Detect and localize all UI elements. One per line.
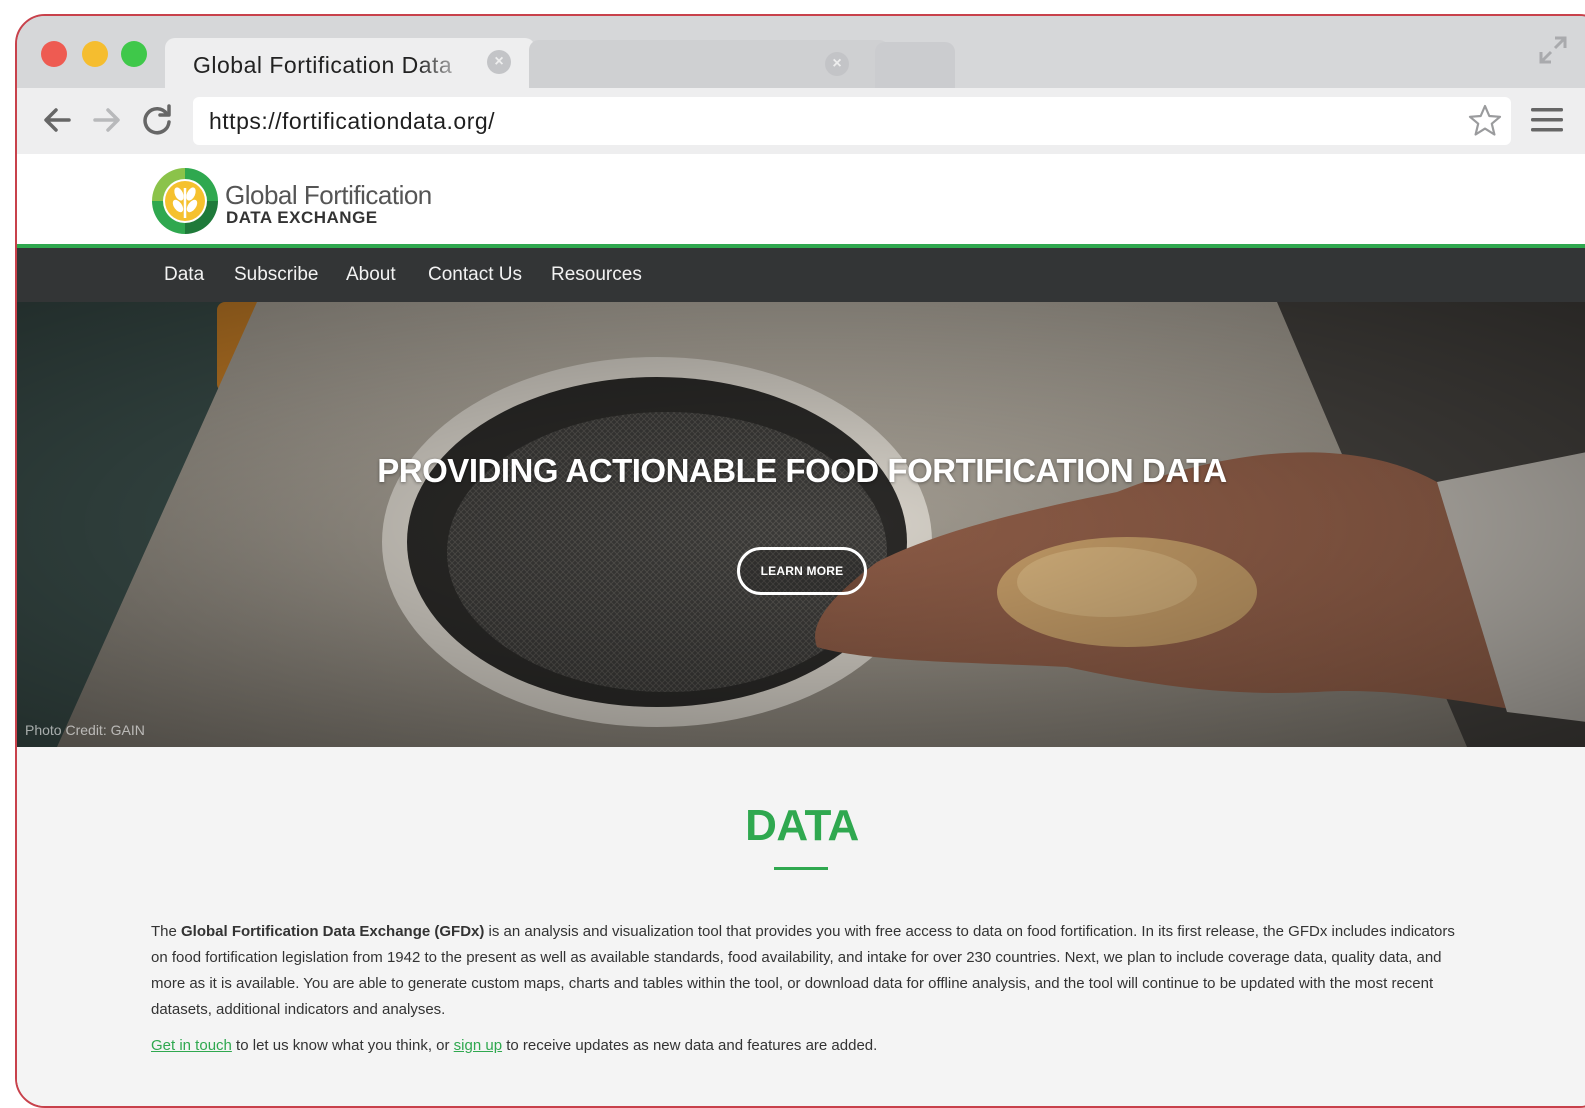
tab-inactive[interactable]: × xyxy=(529,40,889,90)
get-in-touch-link[interactable]: Get in touch xyxy=(151,1037,232,1054)
maximize-window-button[interactable] xyxy=(121,41,147,67)
site-header: Global Fortification DATA EXCHANGE xyxy=(17,154,1585,248)
close-window-button[interactable] xyxy=(41,41,67,67)
data-section: DATA The Global Fortification Data Excha… xyxy=(17,747,1585,1106)
hero-title: PROVIDING ACTIONABLE FOOD FORTIFICATION … xyxy=(377,452,1227,489)
reload-icon[interactable] xyxy=(139,102,175,138)
nav-item-subscribe[interactable]: Subscribe xyxy=(234,264,319,286)
intro-prefix: The xyxy=(151,923,182,940)
back-arrow-icon[interactable] xyxy=(39,102,75,138)
tab-close-icon[interactable]: × xyxy=(487,50,511,74)
fullscreen-icon[interactable] xyxy=(1537,34,1569,66)
address-bar[interactable]: https://fortificationdata.org/ xyxy=(193,97,1511,145)
intro-paragraph: The Global Fortification Data Exchange (… xyxy=(151,919,1461,1023)
browser-toolbar: https://fortificationdata.org/ xyxy=(17,88,1585,154)
browser-window: Global Fortification Data × × https://fo… xyxy=(15,14,1585,1108)
learn-more-button[interactable]: LEARN MORE xyxy=(737,547,867,595)
logo-subtitle: DATA EXCHANGE xyxy=(226,208,378,227)
url-text: https://fortificationdata.org/ xyxy=(209,108,496,134)
logo-title: Global Fortification xyxy=(225,180,432,210)
tab-title: Global Fortification Data xyxy=(193,52,453,78)
web-page: Global Fortification DATA EXCHANGE Data … xyxy=(17,154,1585,1106)
nav-item-contact-us[interactable]: Contact Us xyxy=(428,264,522,286)
hero-banner: PROVIDING ACTIONABLE FOOD FORTIFICATION … xyxy=(17,302,1585,747)
intro-bold: Global Fortification Data Exchange (GFDx… xyxy=(181,923,485,940)
section-divider xyxy=(774,867,828,870)
sign-up-link[interactable]: sign up xyxy=(454,1037,502,1054)
nav-item-data[interactable]: Data xyxy=(164,264,204,286)
minimize-window-button[interactable] xyxy=(82,41,108,67)
photo-credit: Photo Credit: GAIN xyxy=(25,722,145,738)
hero-photo xyxy=(17,302,1585,747)
nav-item-resources[interactable]: Resources xyxy=(551,264,642,286)
cta-paragraph: Get in touch to let us know what you thi… xyxy=(151,1037,877,1054)
logo-wheat-icon[interactable] xyxy=(150,166,220,236)
nav-item-about[interactable]: About xyxy=(346,264,396,286)
bookmark-star-icon[interactable] xyxy=(1467,103,1503,139)
cta-end-text: to receive updates as new data and featu… xyxy=(502,1037,878,1054)
tab-bar: Global Fortification Data × × xyxy=(17,16,1585,92)
tab-active[interactable]: Global Fortification Data × xyxy=(165,38,535,88)
section-heading: DATA xyxy=(745,801,859,850)
forward-arrow-icon[interactable] xyxy=(89,102,125,138)
cta-mid-text: to let us know what you think, or xyxy=(231,1037,454,1054)
tab-close-icon[interactable]: × xyxy=(825,52,849,76)
site-navigation: Data Subscribe About Contact Us Resource… xyxy=(17,248,1585,302)
hamburger-menu-icon[interactable] xyxy=(1529,104,1565,136)
new-tab-button[interactable] xyxy=(875,42,955,92)
